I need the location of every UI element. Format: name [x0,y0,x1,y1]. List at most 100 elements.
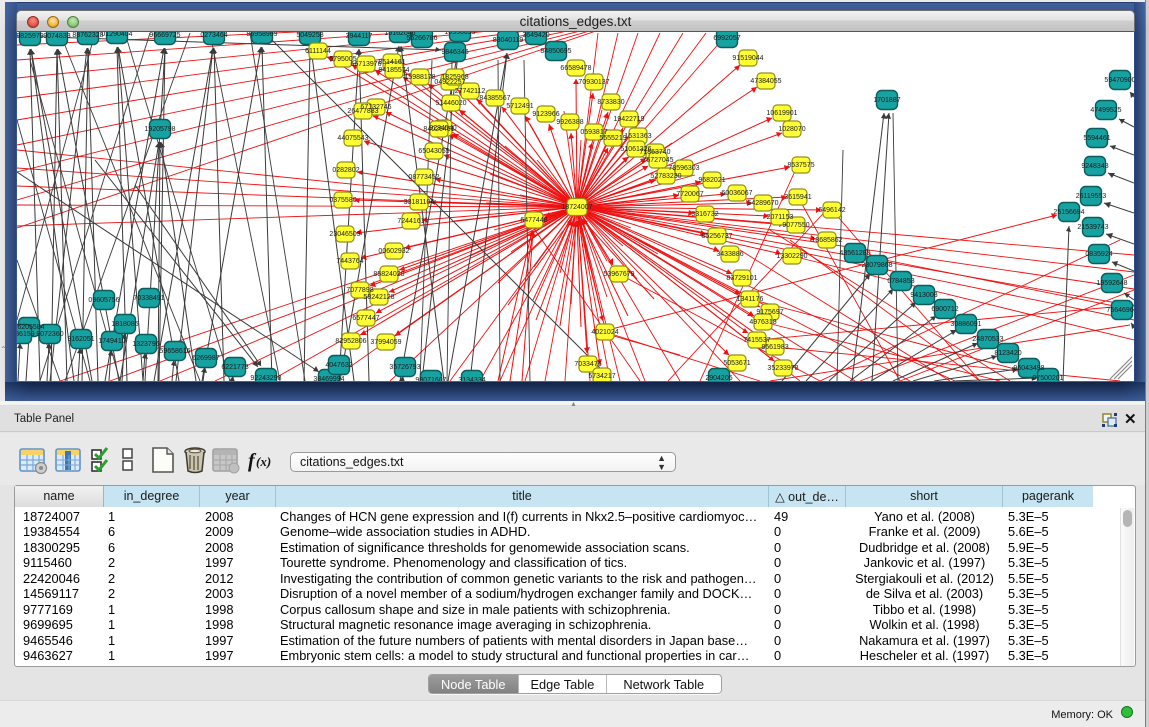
svg-text:9846346: 9846346 [441,49,468,56]
svg-text:96043498: 96043498 [1013,365,1044,372]
svg-text:3134334: 3134334 [458,377,485,381]
svg-text:84850695: 84850695 [540,48,571,55]
svg-text:07500201: 07500201 [1032,375,1063,381]
svg-text:8123420: 8123420 [994,350,1021,357]
svg-text:25156694: 25156694 [1053,209,1084,216]
svg-text:6577447: 6577447 [352,315,379,322]
svg-text:43561280: 43561280 [839,250,870,257]
svg-text:23079868: 23079868 [861,262,892,269]
svg-text:08773452: 08773452 [408,174,439,181]
svg-text:3615941: 3615941 [784,194,811,201]
svg-text:6477448: 6477448 [520,217,547,224]
svg-text:47499525: 47499525 [1090,107,1121,114]
svg-text:88762328: 88762328 [72,32,103,39]
svg-text:9162051: 9162051 [67,336,94,343]
svg-text:5734217: 5734217 [588,373,615,380]
svg-text:23046509: 23046509 [329,231,360,238]
svg-text:7186159: 7186159 [17,331,35,338]
svg-text:70930137: 70930137 [578,79,609,86]
svg-text:58242128: 58242128 [363,294,394,301]
svg-text:6900712: 6900712 [931,306,958,313]
svg-text:66589478: 66589478 [560,65,591,72]
svg-text:91519044: 91519044 [732,55,763,62]
svg-text:9074833: 9074833 [43,33,70,40]
svg-text:(x): (x) [256,454,271,469]
svg-text:1531363: 1531363 [624,133,651,140]
svg-text:3433886: 3433886 [716,251,743,258]
svg-text:9413008: 9413008 [910,292,937,299]
svg-text:7077898: 7077898 [346,287,373,294]
svg-text:33181104: 33181104 [404,199,435,206]
svg-text:2071153: 2071153 [767,214,794,221]
svg-text:30886091: 30886091 [950,321,981,328]
svg-text:9248343: 9248343 [1081,163,1108,170]
svg-text:7244161: 7244161 [397,218,424,225]
svg-text:4976318: 4976318 [749,319,776,326]
svg-text:15988178: 15988178 [404,74,435,81]
svg-text:13302290: 13302290 [776,253,807,260]
svg-text:8561983: 8561983 [761,344,788,351]
svg-text:70338491: 70338491 [133,295,164,302]
svg-text:82952806: 82952806 [335,338,366,345]
svg-text:92243298: 92243298 [250,375,281,381]
svg-text:66713976: 66713976 [350,61,381,68]
svg-text:5594461: 5594461 [1083,135,1110,142]
svg-text:1818085: 1818085 [111,321,138,328]
svg-text:53967679: 53967679 [603,271,634,278]
svg-text:6269987: 6269987 [192,355,219,362]
svg-text:2904205: 2904205 [705,375,732,381]
svg-text:38469994: 38469994 [313,376,344,381]
svg-text:9077550: 9077550 [782,222,809,229]
svg-text:7415537: 7415537 [743,337,770,344]
svg-text:47384055: 47384055 [750,78,781,85]
svg-text:51446020: 51446020 [435,100,466,107]
svg-text:71863740: 71863740 [639,149,670,156]
svg-text:5712491: 5712491 [506,103,533,110]
svg-text:84185574: 84185574 [378,67,409,74]
svg-text:1028070: 1028070 [778,126,805,133]
svg-text:98071607: 98071607 [415,377,446,381]
svg-text:10619901: 10619901 [766,110,797,117]
svg-text:6496142: 6496142 [818,207,845,214]
svg-text:59470900: 59470900 [1104,77,1134,84]
svg-text:4021024: 4021024 [591,329,618,336]
svg-text:6221778: 6221778 [221,364,248,371]
svg-text:96669725: 96669725 [149,32,180,39]
svg-text:3649420: 3649420 [522,32,549,39]
svg-text:00602932: 00602932 [378,248,409,255]
svg-text:26119553: 26119553 [1076,193,1107,200]
svg-text:44075543: 44075543 [337,135,368,142]
svg-text:21539743: 21539743 [1077,224,1108,231]
svg-text:85824020: 85824020 [373,271,404,278]
svg-text:01290404: 01290404 [101,32,132,38]
svg-text:27742112: 27742112 [455,88,486,95]
svg-text:6111144: 6111144 [305,48,331,55]
svg-text:55266786: 55266786 [406,35,437,42]
svg-text:0282802: 0282802 [332,167,359,174]
svg-text:5053671: 5053671 [723,360,750,367]
svg-text:1341176: 1341176 [737,296,764,303]
svg-text:6992057: 6992057 [713,35,740,42]
svg-text:35726793: 35726793 [389,364,420,371]
svg-text:10990695: 10990695 [444,32,475,36]
svg-text:18685862: 18685862 [811,237,842,244]
svg-text:86958969: 86958969 [246,32,277,38]
svg-text:4047632: 4047632 [325,362,352,369]
svg-text:7033476: 7033476 [574,361,601,368]
svg-text:78596303: 78596303 [668,165,699,172]
svg-text:37994059: 37994059 [370,339,401,346]
svg-text:83040119: 83040119 [493,37,524,44]
svg-text:7720067: 7720067 [676,191,703,198]
svg-text:0835924: 0835924 [1085,251,1112,258]
svg-text:54289670: 54289670 [747,200,778,207]
svg-text:5049258: 5049258 [296,32,323,39]
svg-text:8514161: 8514161 [378,59,405,66]
svg-text:9123966: 9123966 [532,111,559,118]
svg-text:5555219: 5555219 [599,135,626,142]
svg-text:1825968: 1825968 [441,74,468,81]
svg-text:9175697: 9175697 [756,309,783,316]
svg-text:76727045: 76727045 [642,157,673,164]
svg-text:36205584: 36205584 [17,324,45,331]
svg-text:9682021: 9682021 [698,177,725,184]
svg-text:0784853: 0784853 [887,278,914,285]
